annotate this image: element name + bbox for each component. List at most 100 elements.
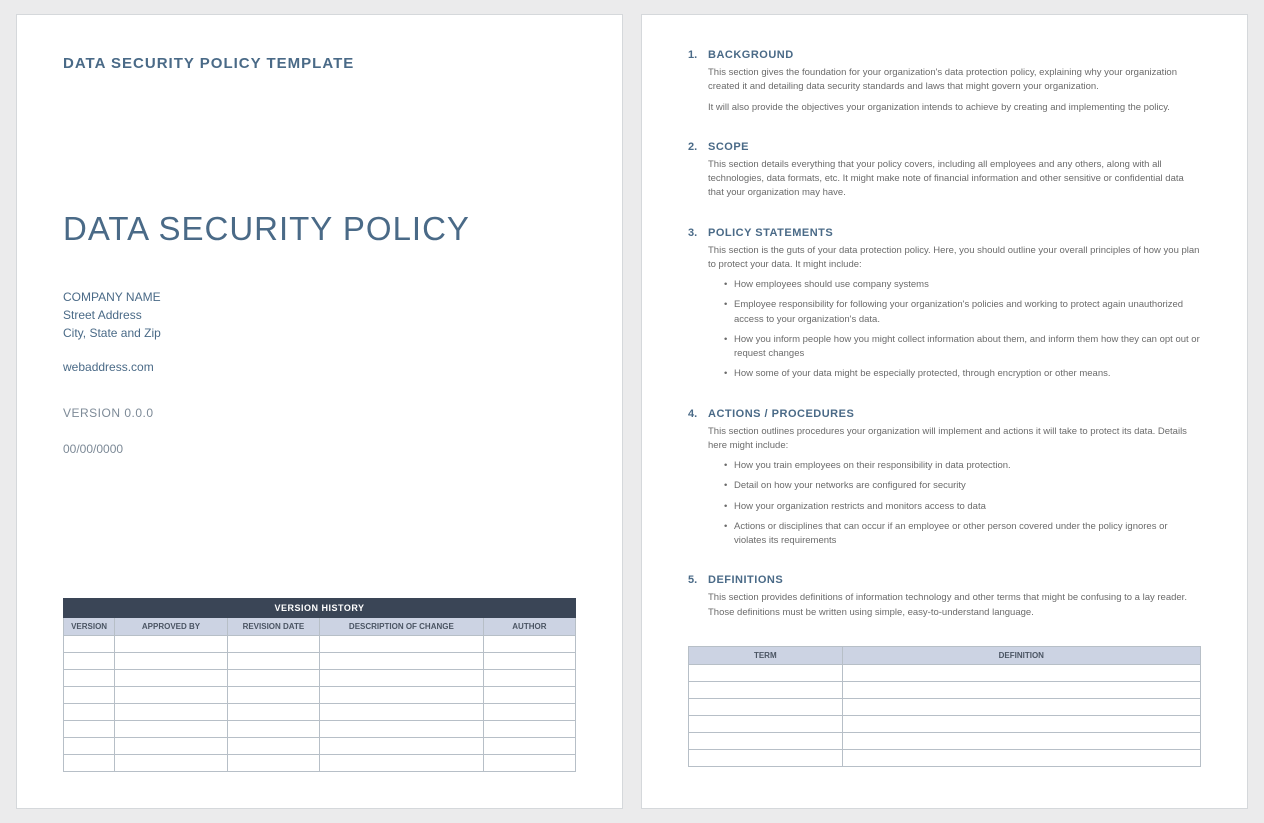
section: 2.SCOPEThis section details everything t… (688, 141, 1201, 207)
list-item: Actions or disciplines that can occur if… (724, 520, 1201, 549)
table-cell (319, 636, 483, 653)
section: 4.ACTIONS / PROCEDURES This section outli… (688, 408, 1201, 555)
table-cell (227, 721, 319, 738)
table-cell (227, 653, 319, 670)
table-cell (689, 715, 843, 732)
table-cell (227, 738, 319, 755)
table-cell (689, 732, 843, 749)
table-cell (483, 755, 575, 772)
table-cell (483, 636, 575, 653)
table-cell (319, 653, 483, 670)
section-title: SCOPE (708, 141, 1201, 153)
section-title: BACKGROUND (708, 49, 1201, 61)
section-title: DEFINITIONS (708, 574, 1201, 586)
company-name: COMPANY NAME (63, 288, 576, 306)
table-cell (689, 664, 843, 681)
section-paragraph: This section outlines procedures your or… (708, 425, 1201, 454)
table-cell (64, 653, 115, 670)
company-web: webaddress.com (63, 358, 576, 376)
document-page-2: 1.BACKGROUND This section gives the found… (641, 14, 1248, 809)
section-paragraph: This section provides definitions of inf… (708, 591, 1201, 620)
list-item: Employee responsibility for following yo… (724, 298, 1201, 327)
table-cell (842, 698, 1200, 715)
table-cell (64, 687, 115, 704)
section: 3.POLICY STATEMENTSThis section is the g… (688, 227, 1201, 388)
section-paragraph: It will also provide the objectives your… (708, 101, 1201, 115)
table-cell (115, 704, 228, 721)
table-row (689, 732, 1201, 749)
table-row (689, 749, 1201, 766)
table-row (689, 698, 1201, 715)
list-item: How employees should use company systems (724, 278, 1201, 292)
section-body: ACTIONS / PROCEDURES This section outline… (708, 408, 1201, 555)
table-cell (227, 636, 319, 653)
table-cell (483, 704, 575, 721)
definitions-table: TERM DEFINITION (688, 646, 1201, 767)
table-cell (227, 687, 319, 704)
section-paragraph: This section gives the foundation for yo… (708, 66, 1201, 95)
col-version: VERSION (64, 618, 115, 636)
list-item: How you inform people how you might coll… (724, 333, 1201, 362)
table-cell (842, 749, 1200, 766)
table-cell (115, 721, 228, 738)
table-cell (115, 653, 228, 670)
col-approved-by: APPROVED BY (115, 618, 228, 636)
table-cell (64, 721, 115, 738)
table-cell (319, 687, 483, 704)
table-cell (115, 687, 228, 704)
section-body: POLICY STATEMENTSThis section is the gut… (708, 227, 1201, 388)
table-cell (64, 636, 115, 653)
table-cell (842, 732, 1200, 749)
table-cell (319, 704, 483, 721)
section-number: 2. (688, 141, 708, 207)
table-row (64, 755, 576, 772)
version-history-title: VERSION HISTORY (64, 599, 576, 618)
col-author: AUTHOR (483, 618, 575, 636)
table-cell (319, 738, 483, 755)
table-cell (64, 670, 115, 687)
section-body: BACKGROUND This section gives the foundat… (708, 49, 1201, 121)
section: 5.DEFINITIONS This section provides defin… (688, 574, 1201, 626)
version-history-columns: VERSION APPROVED BY REVISION DATE DESCRI… (64, 618, 576, 636)
table-cell (689, 698, 843, 715)
section-number: 4. (688, 408, 708, 555)
document-page-1: DATA SECURITY POLICY TEMPLATE DATA SECUR… (16, 14, 623, 809)
table-cell (319, 755, 483, 772)
list-item: How your organization restricts and moni… (724, 500, 1201, 514)
table-cell (115, 755, 228, 772)
section-title: ACTIONS / PROCEDURES (708, 408, 1201, 420)
company-street: Street Address (63, 306, 576, 324)
table-cell (689, 681, 843, 698)
table-cell (319, 721, 483, 738)
table-cell (115, 738, 228, 755)
table-row (64, 670, 576, 687)
section-number: 3. (688, 227, 708, 388)
table-cell (483, 738, 575, 755)
table-cell (64, 704, 115, 721)
table-row (689, 715, 1201, 732)
document-title: DATA SECURITY POLICY (63, 210, 576, 248)
section-title: POLICY STATEMENTS (708, 227, 1201, 239)
section-number: 1. (688, 49, 708, 121)
version-history-table: VERSION HISTORY VERSION APPROVED BY REVI… (63, 598, 576, 772)
table-cell (842, 715, 1200, 732)
table-row (64, 636, 576, 653)
list-item: Detail on how your networks are configur… (724, 479, 1201, 493)
table-cell (842, 681, 1200, 698)
col-revision-date: REVISION DATE (227, 618, 319, 636)
company-city: City, State and Zip (63, 324, 576, 342)
table-cell (689, 749, 843, 766)
template-header: DATA SECURITY POLICY TEMPLATE (63, 55, 576, 72)
table-cell (64, 755, 115, 772)
table-cell (64, 738, 115, 755)
table-cell (115, 636, 228, 653)
section-number: 5. (688, 574, 708, 626)
list-item: How some of your data might be especiall… (724, 367, 1201, 381)
col-description: DESCRIPTION OF CHANGE (319, 618, 483, 636)
version-label: VERSION 0.0.0 (63, 406, 576, 420)
table-row (64, 738, 576, 755)
company-info-block: COMPANY NAME Street Address City, State … (63, 288, 576, 376)
table-cell (483, 721, 575, 738)
list-item: How you train employees on their respons… (724, 459, 1201, 473)
table-row (689, 681, 1201, 698)
